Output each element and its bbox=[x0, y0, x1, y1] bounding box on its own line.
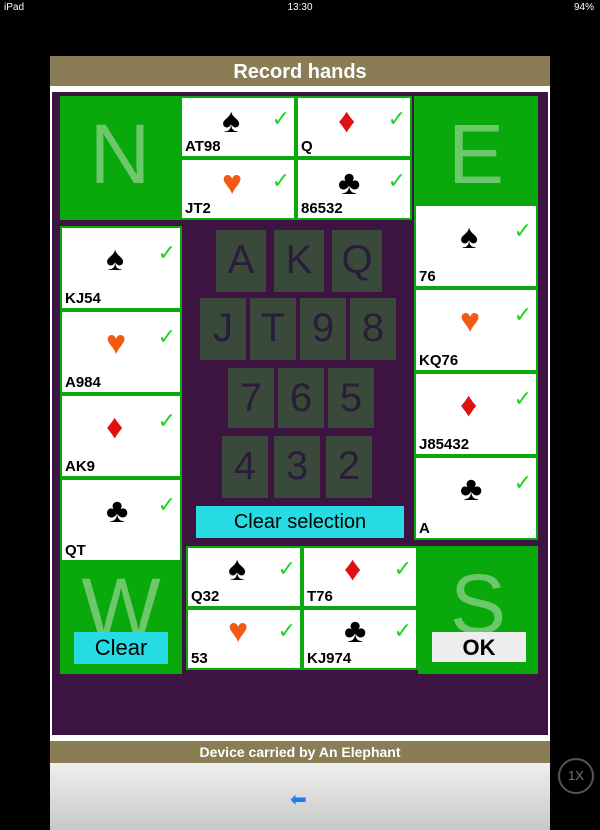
east-clubs-card[interactable]: ♣ ✓ A bbox=[414, 456, 538, 540]
south-seat: S OK bbox=[418, 546, 538, 674]
rank-5-button[interactable]: 5 bbox=[328, 368, 374, 428]
west-seat: W Clear bbox=[60, 561, 182, 674]
north-hearts-card[interactable]: ♥ ✓ JT2 bbox=[180, 158, 296, 220]
check-icon: ✓ bbox=[513, 386, 532, 411]
spade-icon: ♠ bbox=[106, 240, 125, 278]
club-icon: ♣ bbox=[460, 470, 483, 508]
south-hearts-holding: 53 bbox=[191, 650, 208, 667]
north-spades-holding: AT98 bbox=[185, 138, 221, 155]
diamond-icon: ♦ bbox=[344, 550, 362, 588]
east-clubs-holding: A bbox=[419, 520, 430, 537]
rank-8-button[interactable]: 8 bbox=[350, 298, 396, 360]
title-bar: Record hands bbox=[50, 56, 550, 86]
east-label: E bbox=[447, 107, 505, 201]
west-spades-holding: KJ54 bbox=[65, 290, 101, 307]
club-icon: ♣ bbox=[106, 492, 129, 530]
check-icon: ✓ bbox=[157, 240, 176, 265]
west-clubs-card[interactable]: ♣ ✓ QT bbox=[60, 478, 182, 562]
east-spades-holding: 76 bbox=[419, 268, 436, 285]
north-diamonds-card[interactable]: ♦ ✓ Q bbox=[296, 96, 412, 158]
north-seat: N bbox=[60, 96, 180, 220]
check-icon: ✓ bbox=[277, 556, 296, 581]
north-spades-card[interactable]: ♠ ✓ AT98 bbox=[180, 96, 296, 158]
check-icon: ✓ bbox=[157, 324, 176, 349]
clear-button[interactable]: Clear bbox=[74, 632, 168, 664]
club-icon: ♣ bbox=[344, 612, 367, 650]
south-diamonds-card[interactable]: ♦ ✓ T76 bbox=[302, 546, 418, 608]
west-clubs-holding: QT bbox=[65, 542, 86, 559]
east-diamonds-holding: J85432 bbox=[419, 436, 470, 453]
rank-a-button[interactable]: A bbox=[216, 230, 266, 292]
diamond-icon: ♦ bbox=[460, 386, 478, 424]
south-clubs-card[interactable]: ♣ ✓ KJ974 bbox=[302, 608, 418, 670]
time-label: 13:30 bbox=[287, 2, 313, 13]
east-hearts-holding: KQ76 bbox=[419, 352, 459, 369]
north-label: N bbox=[89, 107, 151, 201]
east-hearts-card[interactable]: ♥ ✓ KQ76 bbox=[414, 288, 538, 372]
west-diamonds-card[interactable]: ♦ ✓ AK9 bbox=[60, 394, 182, 478]
ok-button[interactable]: OK bbox=[432, 632, 526, 662]
south-spades-card[interactable]: ♠ ✓ Q32 bbox=[186, 546, 302, 608]
rank-2-button[interactable]: 2 bbox=[326, 436, 372, 498]
footer-bar: Device carried by An Elephant bbox=[50, 741, 550, 763]
record-hands-panel: Record hands N E W Clear S OK ♠ ✓ AT98 ♦… bbox=[50, 56, 550, 830]
status-bar: iPad 13:30 94% bbox=[0, 0, 600, 16]
check-icon: ✓ bbox=[393, 618, 412, 643]
heart-icon: ♥ bbox=[228, 612, 249, 650]
heart-icon: ♥ bbox=[106, 324, 127, 362]
west-hearts-holding: A984 bbox=[65, 374, 101, 391]
spade-icon: ♠ bbox=[460, 218, 479, 256]
check-icon: ✓ bbox=[271, 106, 290, 131]
east-diamonds-card[interactable]: ♦ ✓ J85432 bbox=[414, 372, 538, 456]
west-diamonds-holding: AK9 bbox=[65, 458, 96, 475]
check-icon: ✓ bbox=[513, 218, 532, 243]
north-clubs-card[interactable]: ♣ ✓ 86532 bbox=[296, 158, 412, 220]
east-seat: E bbox=[414, 96, 538, 220]
check-icon: ✓ bbox=[271, 168, 290, 193]
north-clubs-holding: 86532 bbox=[301, 200, 343, 217]
speed-button[interactable]: 1X bbox=[558, 758, 594, 794]
club-icon: ♣ bbox=[338, 164, 361, 202]
rank-q-button[interactable]: Q bbox=[332, 230, 382, 292]
rank-9-button[interactable]: 9 bbox=[300, 298, 346, 360]
diamond-icon: ♦ bbox=[338, 102, 356, 140]
rank-k-button[interactable]: K bbox=[274, 230, 324, 292]
battery-label: 94% bbox=[573, 2, 594, 13]
rank-4-button[interactable]: 4 bbox=[222, 436, 268, 498]
check-icon: ✓ bbox=[513, 470, 532, 495]
check-icon: ✓ bbox=[393, 556, 412, 581]
south-diamonds-holding: T76 bbox=[307, 588, 333, 605]
heart-icon: ♥ bbox=[222, 164, 243, 202]
spade-icon: ♠ bbox=[228, 550, 247, 588]
rank-7-button[interactable]: 7 bbox=[228, 368, 274, 428]
east-spades-card[interactable]: ♠ ✓ 76 bbox=[414, 204, 538, 288]
check-icon: ✓ bbox=[387, 168, 406, 193]
spade-icon: ♠ bbox=[222, 102, 241, 140]
south-hearts-card[interactable]: ♥ ✓ 53 bbox=[186, 608, 302, 670]
clear-selection-button[interactable]: Clear selection bbox=[196, 506, 404, 538]
check-icon: ✓ bbox=[277, 618, 296, 643]
west-spades-card[interactable]: ♠ ✓ KJ54 bbox=[60, 226, 182, 310]
north-diamonds-holding: Q bbox=[301, 138, 313, 155]
rank-6-button[interactable]: 6 bbox=[278, 368, 324, 428]
diamond-icon: ♦ bbox=[106, 408, 124, 446]
south-clubs-holding: KJ974 bbox=[307, 650, 352, 667]
check-icon: ✓ bbox=[387, 106, 406, 131]
rank-j-button[interactable]: J bbox=[200, 298, 246, 360]
rank-t-button[interactable]: T bbox=[250, 298, 296, 360]
rank-3-button[interactable]: 3 bbox=[274, 436, 320, 498]
bottom-toolbar: ⬅ bbox=[50, 763, 550, 830]
north-hearts-holding: JT2 bbox=[185, 200, 211, 217]
check-icon: ✓ bbox=[157, 408, 176, 433]
south-spades-holding: Q32 bbox=[191, 588, 220, 605]
heart-icon: ♥ bbox=[460, 302, 481, 340]
check-icon: ✓ bbox=[157, 492, 176, 517]
check-icon: ✓ bbox=[513, 302, 532, 327]
board: N E W Clear S OK ♠ ✓ AT98 ♦ ✓ Q ♥ ✓ JT2 … bbox=[52, 92, 548, 735]
west-hearts-card[interactable]: ♥ ✓ A984 bbox=[60, 310, 182, 394]
